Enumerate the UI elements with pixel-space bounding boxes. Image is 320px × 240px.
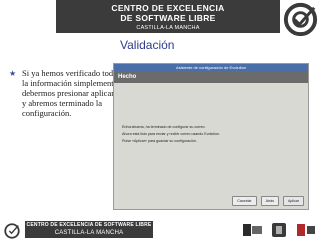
sponsor-logo-icon [243, 224, 262, 236]
cesl-footer-logo-icon [4, 223, 20, 239]
header-band: CENTRO DE EXCELENCIA DE SOFTWARE LIBRE C… [56, 0, 280, 33]
header-line3: CASTILLA-LA MANCHA [136, 25, 200, 31]
back-button[interactable]: Atrás [260, 196, 279, 206]
bullet-star-icon: ★ [9, 69, 17, 78]
header-line1: CENTRO DE EXCELENCIA [111, 3, 225, 13]
window-body: Enhorabuena, ha terminado de configurar … [122, 124, 302, 145]
section-header: Hecho [114, 71, 308, 83]
cancel-button[interactable]: Cancelar [232, 196, 257, 206]
government-crest-icon [272, 223, 286, 237]
message-line: Enhorabuena, ha terminado de configurar … [122, 125, 206, 129]
cesl-logo-icon [283, 2, 318, 37]
region-emblem-icon [297, 224, 315, 236]
button-bar: Cancelar Atrás Aplicar [232, 196, 304, 206]
footer-band: CENTRO DE EXCELENCIA DE SOFTWARE LIBRE C… [25, 221, 153, 238]
message-line: Ahora está listo para enviar y recibir c… [122, 132, 221, 136]
footer-line2: CASTILLA-LA MANCHA [54, 230, 124, 236]
bullet-text: Si ya hemos verificado toda la informaci… [22, 68, 118, 118]
footer-line1: CENTRO DE EXCELENCIA DE SOFTWARE LIBRE [26, 222, 152, 228]
page-title: Validación [120, 38, 175, 52]
window-titlebar: Asistente de configuración de Evolution [114, 64, 308, 71]
header-line2: DE SOFTWARE LIBRE [120, 13, 216, 23]
apply-button[interactable]: Aplicar [283, 196, 304, 206]
evolution-assistant-window: Asistente de configuración de Evolution … [113, 63, 309, 210]
message-line: Pulse «Aplicar» para guardar su configur… [122, 139, 197, 143]
